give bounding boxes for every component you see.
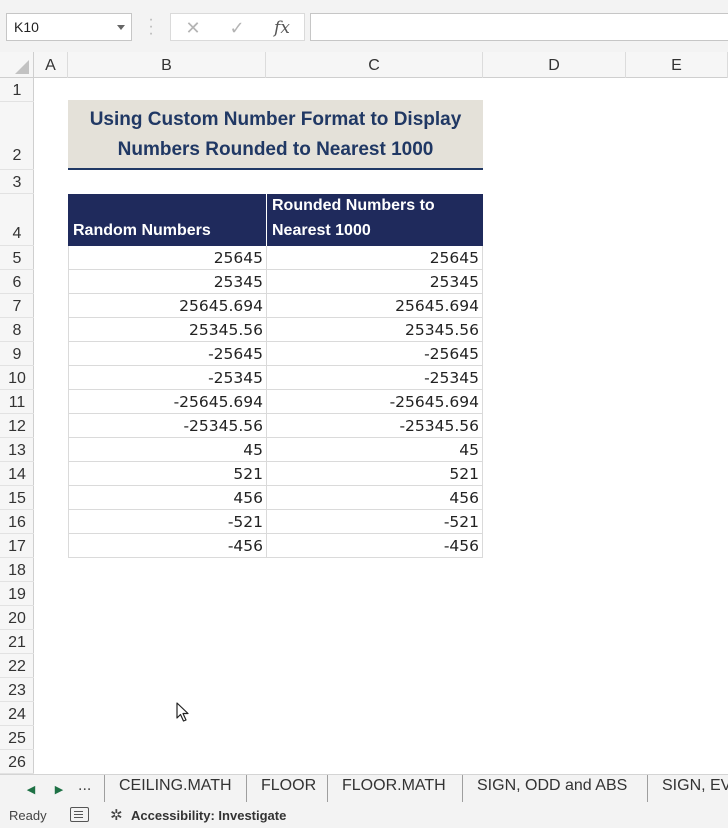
- cell-rounded[interactable]: -25645.694: [266, 390, 483, 414]
- row-header-20[interactable]: 20: [0, 606, 34, 630]
- cell-rounded[interactable]: 45: [266, 438, 483, 462]
- cell-rounded[interactable]: 456: [266, 486, 483, 510]
- header-random-numbers-label: Random Numbers: [73, 222, 211, 239]
- row-header-6[interactable]: 6: [0, 270, 34, 294]
- row-header-23[interactable]: 23: [0, 678, 34, 702]
- header-random-numbers[interactable]: Random Numbers: [68, 194, 266, 246]
- cell-random[interactable]: 456: [68, 486, 267, 510]
- row-header-24[interactable]: 24: [0, 702, 34, 726]
- cell-random[interactable]: 25345: [68, 270, 267, 294]
- row-header-18[interactable]: 18: [0, 558, 34, 582]
- row-header-14[interactable]: 14: [0, 462, 34, 486]
- column-header-c[interactable]: C: [266, 52, 483, 78]
- column-header-d[interactable]: D: [483, 52, 626, 78]
- cell-rounded[interactable]: 25645.694: [266, 294, 483, 318]
- sheet-tab-floor-math[interactable]: FLOOR.MATH: [327, 775, 460, 802]
- tab-more-button[interactable]: ...: [78, 777, 98, 795]
- cell-random[interactable]: 25645.694: [68, 294, 267, 318]
- column-headers: A B C D E: [0, 52, 728, 78]
- sheet-title: Using Custom Number Format to Display Nu…: [89, 109, 462, 160]
- row-header-12[interactable]: 12: [0, 414, 34, 438]
- select-all-button[interactable]: [0, 52, 34, 78]
- row-header-21[interactable]: 21: [0, 630, 34, 654]
- formula-input[interactable]: [310, 13, 728, 41]
- cell-rounded[interactable]: 25345.56: [266, 318, 483, 342]
- chevron-down-icon[interactable]: [117, 25, 125, 30]
- header-rounded-numbers[interactable]: Rounded Numbers to Nearest 1000: [266, 194, 483, 246]
- sheet-tab-floor[interactable]: FLOOR: [246, 775, 330, 802]
- column-header-b[interactable]: B: [68, 52, 266, 78]
- row-header-16[interactable]: 16: [0, 510, 34, 534]
- row-header-26[interactable]: 26: [0, 750, 34, 774]
- row-header-22[interactable]: 22: [0, 654, 34, 678]
- row-header-17[interactable]: 17: [0, 534, 34, 558]
- row-header-2[interactable]: 2: [0, 102, 34, 170]
- cell-random[interactable]: -25645.694: [68, 390, 267, 414]
- tab-prev-icon[interactable]: ◀: [22, 781, 40, 799]
- row-header-11[interactable]: 11: [0, 390, 34, 414]
- header-rounded-line2: Nearest 1000: [272, 222, 371, 239]
- accessibility-icon[interactable]: ✲: [110, 806, 123, 824]
- row-header-7[interactable]: 7: [0, 294, 34, 318]
- mouse-pointer-icon: [176, 702, 189, 722]
- sheet-tab-sign-odd-abs[interactable]: SIGN, ODD and ABS: [462, 775, 641, 802]
- status-bar: Ready ✲ Accessibility: Investigate: [0, 802, 728, 828]
- cell-random[interactable]: -456: [68, 534, 267, 558]
- sheet-tabs-bar: ◀ ▶ ... CEILING.MATH FLOOR FLOOR.MATH SI…: [0, 774, 728, 802]
- row-header-10[interactable]: 10: [0, 366, 34, 390]
- cell-rounded[interactable]: 25345: [266, 270, 483, 294]
- cell-random[interactable]: 521: [68, 462, 267, 486]
- formula-bar-grip-icon: · · ·: [148, 11, 154, 42]
- row-header-19[interactable]: 19: [0, 582, 34, 606]
- row-header-9[interactable]: 9: [0, 342, 34, 366]
- status-ready: Ready: [9, 808, 47, 823]
- row-header-5[interactable]: 5: [0, 246, 34, 270]
- cell-rounded[interactable]: -521: [266, 510, 483, 534]
- cell-rounded[interactable]: 521: [266, 462, 483, 486]
- cell-random[interactable]: 45: [68, 438, 267, 462]
- tab-next-icon[interactable]: ▶: [50, 781, 68, 799]
- row-header-4[interactable]: 4: [0, 194, 34, 246]
- row-headers: 1 2 3 4 5 6 7 8 9 10 11 12 13 14 15 16 1…: [0, 78, 34, 774]
- name-box[interactable]: K10: [6, 13, 132, 41]
- cell-rounded[interactable]: 25645: [266, 246, 483, 270]
- formula-bar-buttons: ✕ ✓ fx: [170, 13, 305, 41]
- cancel-icon[interactable]: ✕: [179, 17, 207, 39]
- cell-rounded[interactable]: -456: [266, 534, 483, 558]
- select-all-icon: [15, 60, 29, 74]
- row-header-8[interactable]: 8: [0, 318, 34, 342]
- header-rounded-line1: Rounded Numbers to: [272, 197, 435, 214]
- row-header-25[interactable]: 25: [0, 726, 34, 750]
- enter-icon[interactable]: ✓: [223, 17, 251, 39]
- column-header-a[interactable]: A: [34, 52, 68, 78]
- cell-random[interactable]: -25345.56: [68, 414, 267, 438]
- cell-random[interactable]: -25645: [68, 342, 267, 366]
- cell-rounded[interactable]: -25345.56: [266, 414, 483, 438]
- macro-record-icon[interactable]: [70, 807, 89, 822]
- worksheet-grid[interactable]: A B C D E 1 2 3 4 5 6 7 8 9 10 11 12 13 …: [0, 52, 728, 774]
- column-header-e[interactable]: E: [626, 52, 728, 78]
- row-header-15[interactable]: 15: [0, 486, 34, 510]
- cell-rounded[interactable]: -25345: [266, 366, 483, 390]
- row-header-13[interactable]: 13: [0, 438, 34, 462]
- cell-rounded[interactable]: -25645: [266, 342, 483, 366]
- cell-random[interactable]: 25345.56: [68, 318, 267, 342]
- sheet-tab-ceiling-math[interactable]: CEILING.MATH: [104, 775, 246, 802]
- row-header-3[interactable]: 3: [0, 170, 34, 194]
- sheet-tab-sign-even[interactable]: SIGN, EV: [647, 775, 728, 802]
- fx-icon[interactable]: fx: [268, 17, 296, 39]
- cell-random[interactable]: -521: [68, 510, 267, 534]
- cell-random[interactable]: 25645: [68, 246, 267, 270]
- title-cell[interactable]: Using Custom Number Format to Display Nu…: [68, 100, 483, 170]
- cell-random[interactable]: -25345: [68, 366, 267, 390]
- row-header-1[interactable]: 1: [0, 78, 34, 102]
- accessibility-status[interactable]: Accessibility: Investigate: [131, 808, 286, 823]
- formula-bar: K10 · · · ✕ ✓ fx: [0, 0, 728, 52]
- name-box-value: K10: [14, 19, 39, 35]
